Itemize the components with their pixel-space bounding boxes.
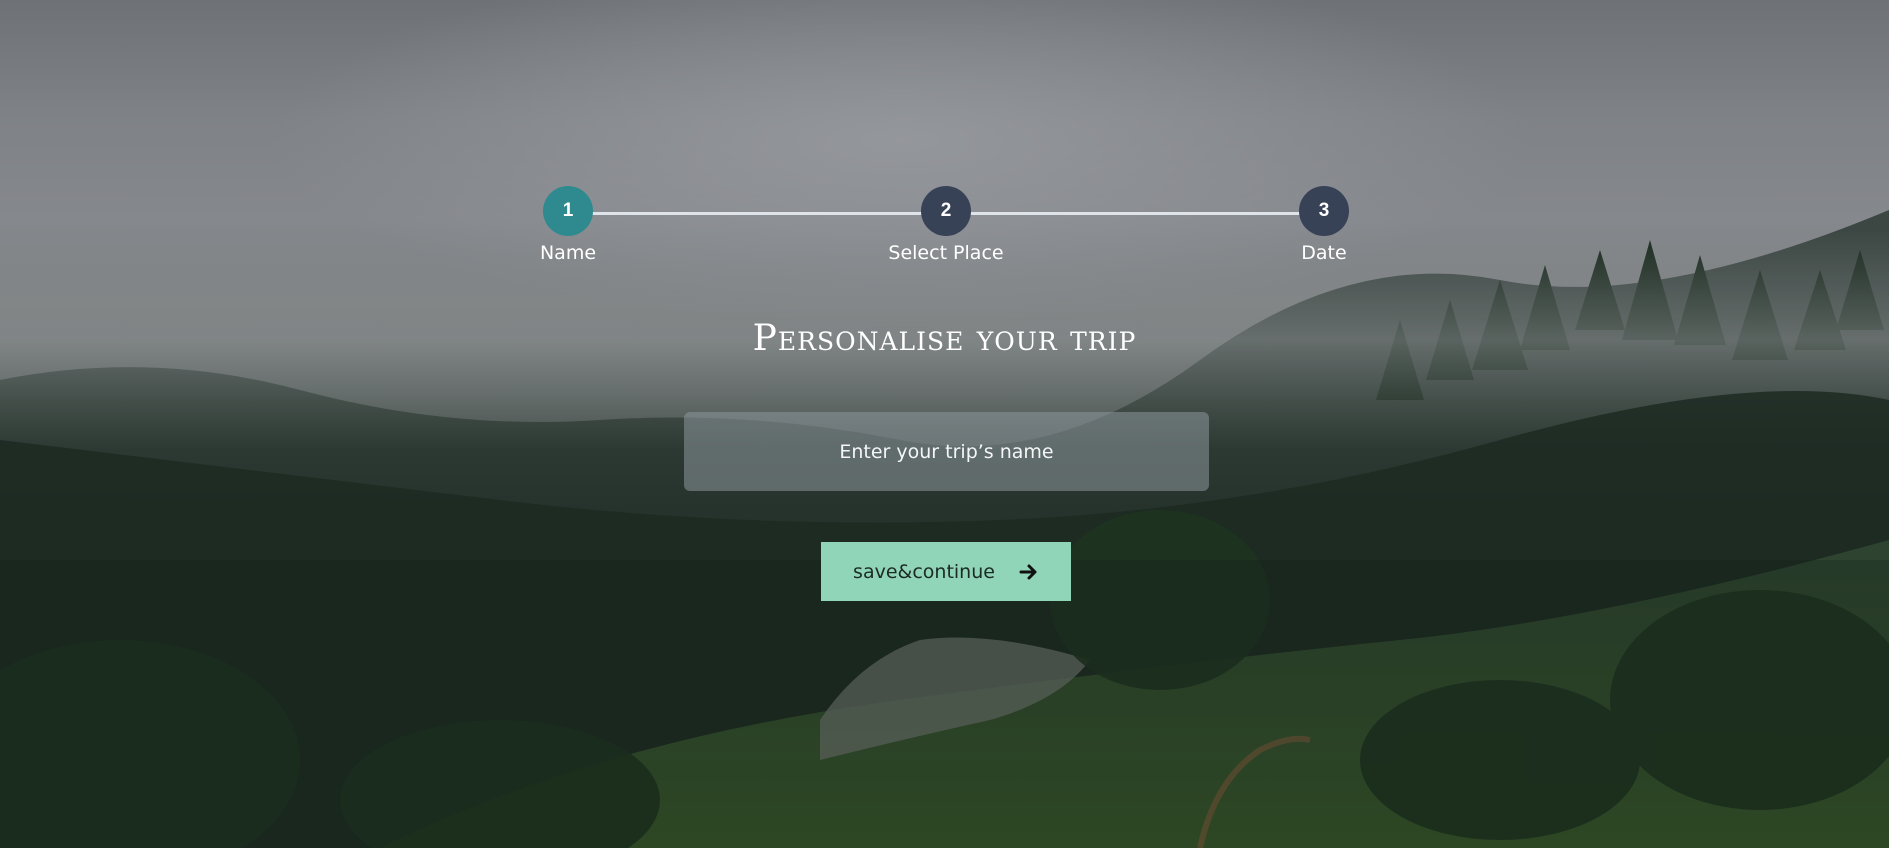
save-continue-label: save&continue [853,560,995,583]
step-name[interactable]: 1 Name [508,186,628,264]
step-1-circle: 1 [543,186,593,236]
step-date[interactable]: 3 Date [1264,186,1384,264]
progress-stepper: 1 Name 2 Select Place 3 Date [540,186,1350,266]
step-3-label: Date [1301,242,1347,264]
trip-name-input[interactable] [684,412,1209,491]
arrow-right-icon [1019,563,1039,581]
step-3-circle: 3 [1299,186,1349,236]
step-2-label: Select Place [888,242,1004,264]
save-continue-button[interactable]: save&continue [821,542,1071,601]
step-2-circle: 2 [921,186,971,236]
trip-setup-page: 1 Name 2 Select Place 3 Date Personalise… [0,0,1889,848]
step-select-place[interactable]: 2 Select Place [886,186,1006,264]
step-1-label: Name [539,242,597,264]
page-title: Personalise your trip [752,318,1137,359]
